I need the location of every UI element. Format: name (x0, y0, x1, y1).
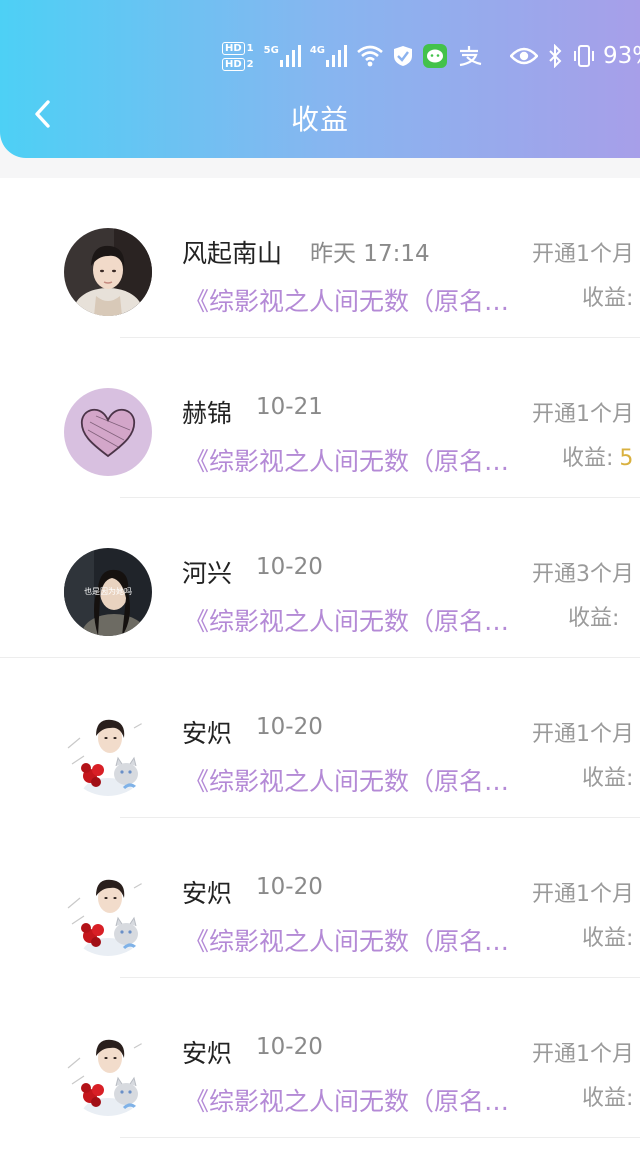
nav-bar: 收益 (0, 88, 640, 142)
income-label-text: 收益: (568, 606, 620, 631)
heart-icon (64, 388, 152, 476)
avatar (64, 868, 152, 956)
user-name: 安炽 (182, 719, 233, 748)
bluetooth-icon (548, 44, 562, 68)
avatar (64, 228, 152, 316)
list-item[interactable]: 风起南山 昨天 17:14 《综影视之人间无数（原名… 开通1个月 收益: (0, 178, 640, 338)
income-label: 收益: (582, 1080, 633, 1112)
app-header: HD1 HD2 5G 4G 93% (0, 0, 640, 158)
book-title: 《综影视之人间无数（原名… (184, 767, 510, 796)
user-name: 安炽 (182, 1039, 233, 1068)
man-portrait-icon (64, 228, 152, 316)
signal-5g-icon: 5G (264, 45, 302, 67)
page-title: 收益 (290, 103, 349, 136)
signal-4g-icon: 4G (310, 45, 348, 67)
subscription-duration: 开通1个月 (532, 242, 634, 267)
income-amount: 5 (619, 446, 634, 471)
man-with-cat-icon (64, 1028, 152, 1116)
hd2-badge: HD (222, 57, 245, 71)
hd1-badge: HD (222, 41, 245, 55)
shield-check-icon (393, 45, 413, 67)
book-title: 《综影视之人间无数（原名… (184, 607, 510, 636)
timestamp: 10-20 (256, 714, 323, 740)
income-label: 收益: 5 (562, 440, 633, 472)
wifi-icon (357, 45, 383, 67)
status-bar: HD1 HD2 5G 4G 93% (222, 34, 640, 78)
income-label: 收益: (582, 920, 633, 952)
hd2-number: 2 (246, 58, 254, 70)
list-item[interactable]: 安炽 10-20 《综影视之人间无数（原名… 开通1个月 收益: (0, 658, 640, 818)
timestamp: 10-20 (256, 554, 323, 580)
signal-5g-label: 5G (263, 45, 279, 56)
woman-portrait-icon: 也是因为她吗 (64, 548, 152, 636)
timestamp: 10-20 (256, 874, 323, 900)
avatar (64, 1028, 152, 1116)
timestamp: 10-20 (256, 1034, 323, 1060)
income-label: 收益: (582, 280, 633, 312)
avatar: 也是因为她吗 (64, 548, 152, 636)
income-label-text: 收益: (562, 446, 614, 471)
income-label-text: 收益: (582, 766, 634, 791)
subscription-duration: 开通3个月 (532, 562, 634, 587)
avatar (64, 708, 152, 796)
man-with-cat-icon (64, 708, 152, 796)
wechat-icon (422, 44, 447, 68)
man-with-cat-icon (64, 868, 152, 956)
subscription-duration: 开通1个月 (532, 1042, 634, 1067)
alipay-icon (457, 45, 483, 67)
user-name: 风起南山 (182, 239, 283, 268)
income-label-text: 收益: (582, 926, 634, 951)
subscription-duration: 开通1个月 (532, 882, 634, 907)
timestamp: 昨天 17:14 (310, 241, 430, 267)
list-item[interactable]: 安炽 10-20 《综影视之人间无数（原名… 开通1个月 收益: (0, 818, 640, 978)
book-title: 《综影视之人间无数（原名… (184, 927, 510, 956)
hd1-number: 1 (246, 42, 254, 54)
avatar-caption: 也是因为她吗 (84, 586, 132, 596)
vibrate-icon (572, 44, 596, 68)
user-name: 安炽 (182, 879, 233, 908)
book-title: 《综影视之人间无数（原名… (184, 1087, 510, 1116)
signal-4g-label: 4G (309, 45, 325, 56)
list-item[interactable]: 也是因为她吗 河兴 10-20 《综影视之人间无数（原名… 开通3个月 收益: (0, 498, 640, 658)
list-item[interactable]: 赫锦 10-21 《综影视之人间无数（原名… 开通1个月 收益: 5 (0, 338, 640, 498)
income-label-text: 收益: (582, 286, 634, 311)
row-divider (120, 1137, 640, 1138)
earnings-list: 风起南山 昨天 17:14 《综影视之人间无数（原名… 开通1个月 收益: 赫锦… (0, 178, 640, 1160)
timestamp: 10-21 (256, 394, 323, 420)
book-title: 《综影视之人间无数（原名… (184, 447, 510, 476)
avatar (64, 388, 152, 476)
income-label: 收益: (568, 600, 619, 632)
user-name: 赫锦 (182, 399, 233, 428)
eye-icon (509, 46, 538, 66)
battery-percent: 93% (602, 43, 640, 69)
income-label-text: 收益: (582, 1086, 634, 1111)
income-label: 收益: (582, 760, 633, 792)
subscription-duration: 开通1个月 (532, 402, 634, 427)
subscription-duration: 开通1个月 (532, 722, 634, 747)
user-name: 河兴 (182, 559, 233, 588)
book-title: 《综影视之人间无数（原名… (184, 287, 510, 316)
list-item[interactable]: 安炽 10-20 《综影视之人间无数（原名… 开通1个月 收益: (0, 978, 640, 1138)
hd-indicators: HD 1 HD 2 (222, 41, 254, 71)
